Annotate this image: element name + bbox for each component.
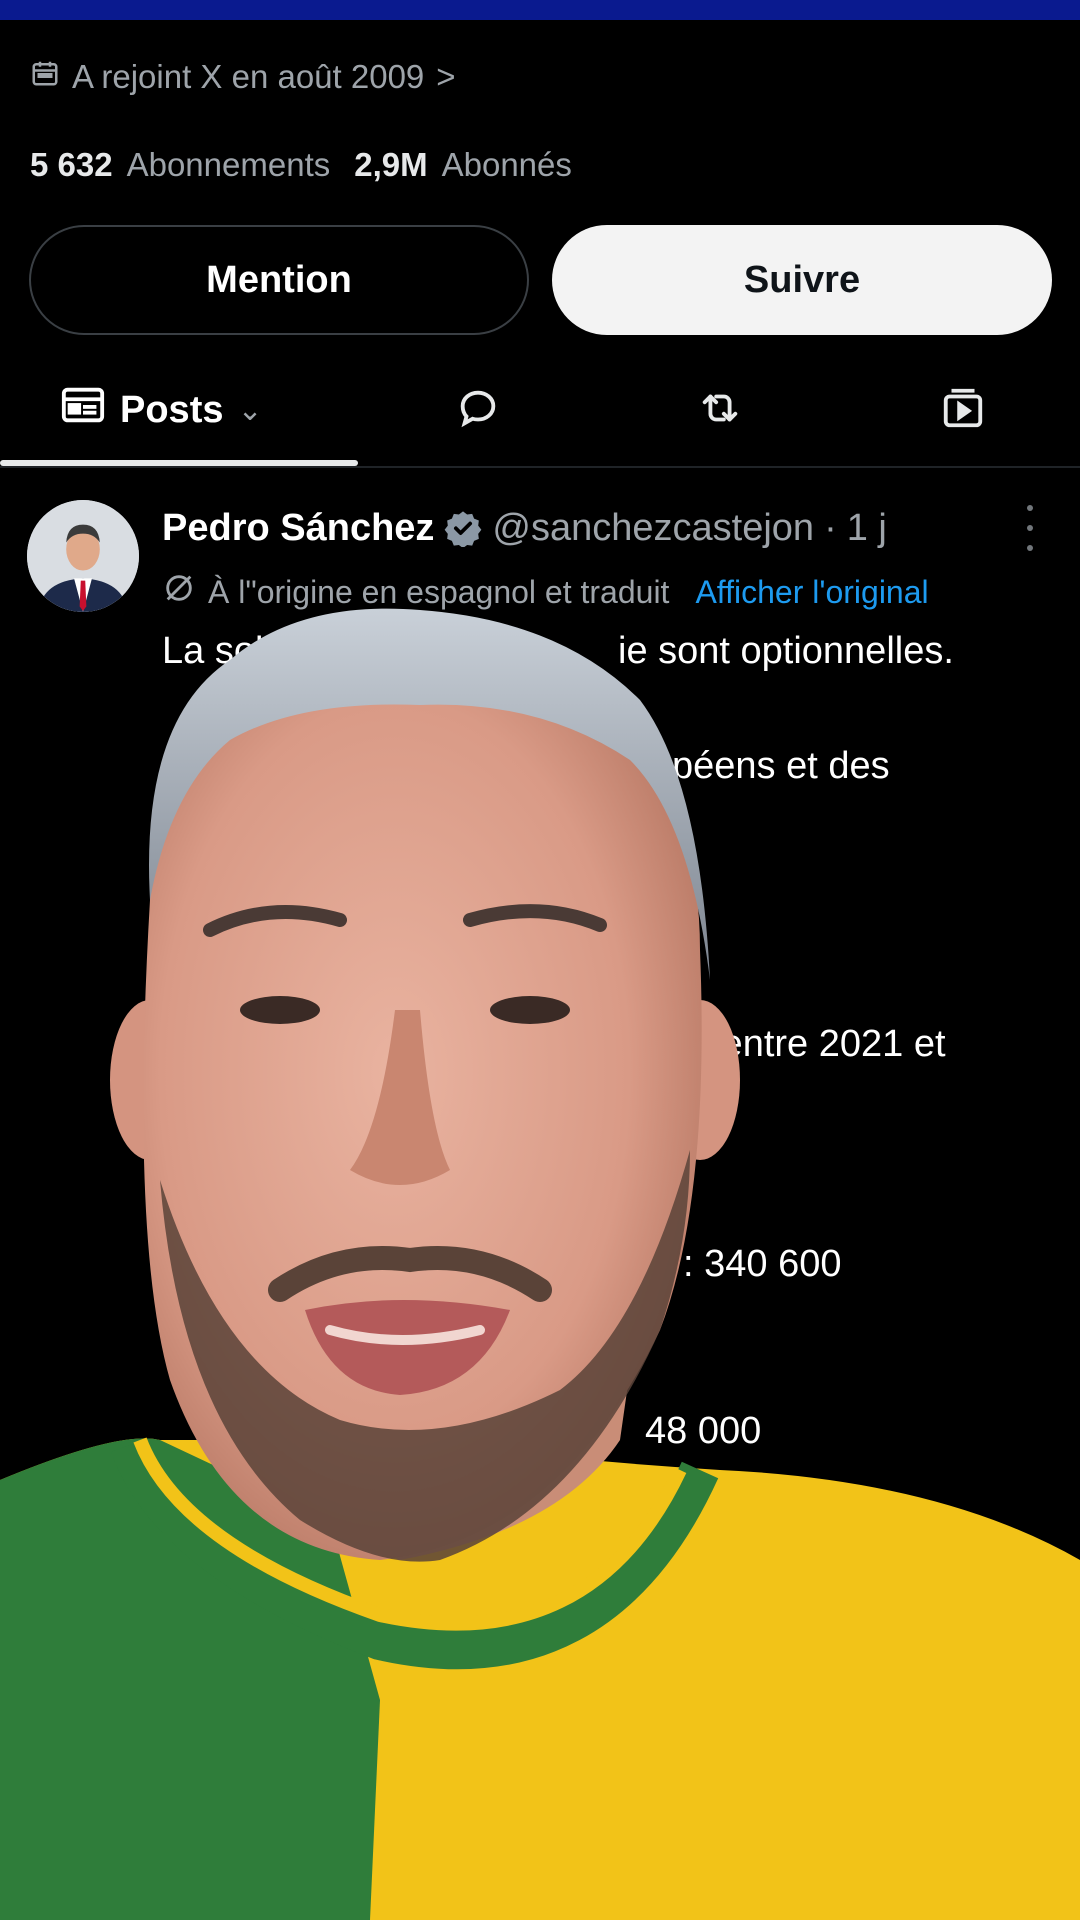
followers-count[interactable]: 2,9M	[354, 146, 427, 184]
profile-stats: 5 632 Abonnements 2,9M Abonnés	[30, 140, 582, 190]
calendar-icon	[30, 58, 60, 96]
profile-tabs: Posts ⌄	[0, 360, 1080, 470]
following-count[interactable]: 5 632	[30, 146, 113, 184]
joined-date-row[interactable]: A rejoint X en août 2009 >	[30, 52, 456, 102]
following-label[interactable]: Abonnements	[127, 146, 331, 184]
chevron-down-icon: ⌄	[237, 393, 263, 427]
tab-reposts[interactable]	[697, 360, 743, 460]
tweet-time[interactable]: 1 j	[847, 507, 887, 550]
tweet-text-line: s entre 2021 et	[692, 1023, 946, 1065]
chevron-right-icon: >	[436, 58, 456, 95]
tab-posts[interactable]: Posts ⌄	[60, 360, 263, 460]
tweet-text-line: ie sont optionnelles.	[618, 630, 954, 672]
top-color-strip	[0, 0, 1080, 20]
author-handle[interactable]: @sanchezcastejon	[492, 507, 814, 550]
show-original-link[interactable]: Afficher l'original	[695, 574, 928, 611]
tab-media[interactable]	[940, 360, 986, 460]
author-name[interactable]: Pedro Sánchez	[162, 507, 434, 550]
tweet-text-line: péens et des	[672, 745, 890, 787]
mention-button[interactable]: Mention	[29, 225, 529, 335]
tweet-text-line: 48 000	[645, 1410, 762, 1452]
posts-icon	[60, 382, 106, 438]
tweet-text-line: Le	[162, 745, 205, 787]
tab-replies[interactable]	[455, 360, 501, 460]
translation-note: À l"origine en espagnol et traduit	[208, 573, 670, 610]
tweet-text-line: : 340 600	[683, 1243, 842, 1285]
tweet-header: Pedro Sánchez @sanchezcastejon · 1 j	[162, 500, 887, 556]
tab-posts-label: Posts	[120, 388, 224, 431]
tweet-text-line: La soli	[162, 630, 272, 672]
translation-row: À l"origine en espagnol et traduit Affic…	[162, 564, 929, 620]
verified-badge-icon	[444, 509, 482, 547]
tab-divider	[0, 466, 1080, 468]
header-separator: ·	[824, 506, 837, 549]
tweet-text-line: d	[162, 805, 184, 847]
translate-icon	[162, 571, 196, 613]
avatar[interactable]	[27, 500, 139, 612]
more-options-icon[interactable]	[1015, 505, 1045, 551]
replies-icon	[455, 385, 501, 436]
reposts-icon	[697, 385, 743, 436]
media-icon	[940, 385, 986, 436]
followers-label[interactable]: Abonnés	[442, 146, 572, 184]
follow-button[interactable]: Suivre	[552, 225, 1052, 335]
joined-date-text: A rejoint X en août 2009	[72, 58, 425, 95]
